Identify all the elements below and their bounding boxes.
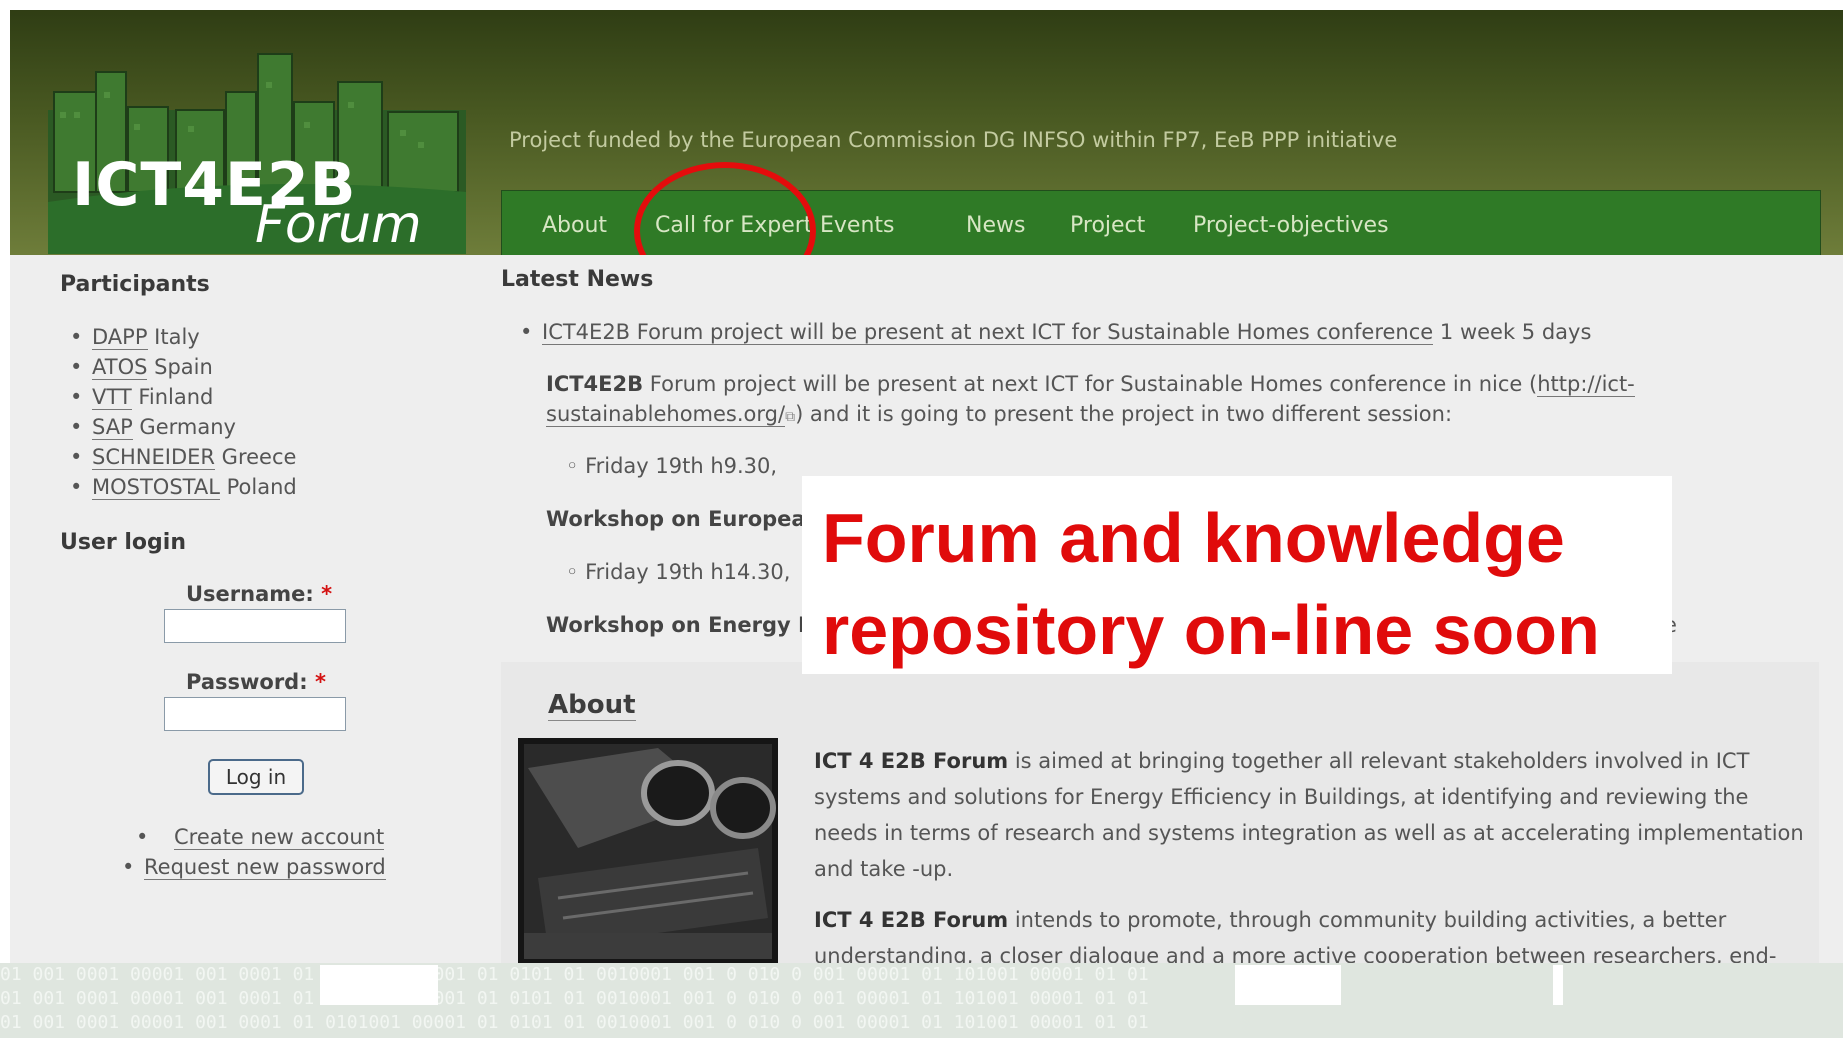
about-image (518, 738, 778, 965)
login-button[interactable]: Log in (208, 759, 304, 795)
account-links: Create new account Request new password (122, 822, 386, 882)
news-item-link[interactable]: ICT4E2B Forum project will be present at… (542, 320, 1434, 345)
participant-link[interactable]: DAPP (92, 325, 148, 350)
user-login-title: User login (60, 530, 186, 555)
footer-patch (320, 965, 438, 1005)
news-list: ICT4E2B Forum project will be present at… (518, 317, 1591, 347)
username-label-text: Username: (186, 582, 314, 606)
participant-item: SAP Germany (68, 412, 297, 442)
news-item-age: 1 week 5 days (1439, 320, 1592, 344)
participant-item: ATOS Spain (68, 352, 297, 382)
news-body-text-2: ) and it is going to present the project… (795, 402, 1453, 426)
footer-patch (1235, 965, 1341, 1005)
participant-country: Germany (132, 415, 236, 439)
participant-link[interactable]: VTT (92, 385, 132, 410)
participant-item: VTT Finland (68, 382, 297, 412)
participant-link[interactable]: SCHNEIDER (92, 445, 215, 470)
username-label: Username: * (186, 582, 332, 606)
session-1-time: ◦ Friday 19th h9.30, (566, 454, 778, 478)
news-body-text: Forum project will be present at next IC… (643, 372, 1538, 396)
about-p2-bold: ICT 4 E2B Forum (814, 908, 1009, 932)
participant-country: Spain (147, 355, 213, 379)
binary-row-3: 01 001 0001 00001 001 0001 01 0101001 00… (0, 1012, 1149, 1033)
participant-link[interactable]: ATOS (92, 355, 148, 380)
participant-link[interactable]: SAP (92, 415, 133, 440)
session-2-title: Workshop on Energy E (546, 613, 813, 637)
participant-country: Greece (215, 445, 297, 469)
participant-item: SCHNEIDER Greece (68, 442, 297, 472)
nav-project-objectives[interactable]: Project-objectives (1193, 213, 1389, 238)
news-body: ICT4E2B Forum project will be present at… (546, 369, 1646, 432)
footer-patch (1553, 965, 1563, 1005)
news-body-bold: ICT4E2B (546, 372, 644, 396)
username-input[interactable] (164, 609, 346, 643)
news-item: ICT4E2B Forum project will be present at… (518, 317, 1591, 347)
logo-subtitle: Forum (255, 195, 422, 255)
password-label: Password: * (186, 670, 326, 694)
nav-project[interactable]: Project (1070, 213, 1145, 238)
participants-title: Participants (60, 272, 210, 297)
site-tagline: Project funded by the European Commissio… (509, 128, 1398, 152)
latest-news-title: Latest News (501, 267, 654, 292)
decorative-binary-footer: 01 001 0001 00001 001 0001 01 0101001 00… (0, 963, 1843, 1038)
password-input[interactable] (164, 697, 346, 731)
session-1-time-text: Friday 19th h9.30, (585, 454, 778, 478)
nav-about[interactable]: About (542, 213, 607, 238)
announcement-line-2: repository on-line soon (822, 591, 1600, 669)
session-2-time: ◦ Friday 19th h14.30, (566, 560, 791, 584)
about-title: About (548, 690, 636, 721)
list-item: Create new account (134, 822, 386, 852)
about-p1-bold: ICT 4 E2B Forum (814, 749, 1009, 773)
participant-country: Poland (219, 475, 297, 499)
participant-link[interactable]: MOSTOSTAL (92, 475, 220, 500)
external-link-icon: ⧉ (785, 409, 796, 425)
required-mark: * (314, 670, 326, 694)
session-1-title: Workshop on Europea (546, 507, 806, 531)
announcement-text: Forum and knowledge repository on-line s… (822, 492, 1682, 676)
request-password-link[interactable]: Request new password (144, 855, 386, 880)
password-label-text: Password: (186, 670, 308, 694)
create-account-link[interactable]: Create new account (174, 825, 385, 850)
participant-item: DAPP Italy (68, 322, 297, 352)
binary-row-2: 01 001 0001 00001 001 0001 01 0101001 00… (0, 988, 1149, 1009)
participant-country: Finland (131, 385, 214, 409)
nav-events[interactable]: Events (820, 213, 895, 238)
nav-news[interactable]: News (966, 213, 1025, 238)
announcement-line-1: Forum and knowledge (822, 499, 1565, 577)
list-item: Request new password (120, 852, 386, 882)
required-mark: * (321, 582, 333, 606)
participant-item: MOSTOSTAL Poland (68, 472, 297, 502)
participants-list: DAPP Italy ATOS Spain VTT Finland SAP Ge… (68, 322, 297, 502)
binary-row-1: 01 001 0001 00001 001 0001 01 0101001 00… (0, 964, 1149, 985)
participant-country: Italy (147, 325, 200, 349)
about-paragraph-1: ICT 4 E2B Forum is aimed at bringing tog… (814, 743, 1804, 887)
technology-photo-icon (518, 738, 778, 965)
session-2-time-text: Friday 19th h14.30, (585, 560, 791, 584)
